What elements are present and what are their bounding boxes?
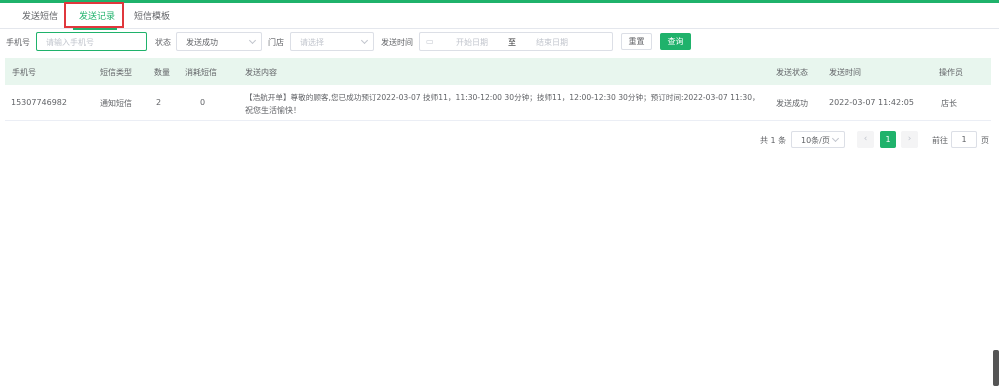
start-date-placeholder: 开始日期	[456, 38, 488, 47]
col-content: 发送内容	[245, 68, 277, 77]
row-send-time: 2022-03-07 11:42:05	[829, 98, 914, 107]
prev-page-button[interactable]: ‹	[857, 131, 874, 148]
date-range-separator: 至	[508, 38, 516, 47]
col-consumed: 消耗短信	[185, 68, 217, 77]
store-label: 门店	[268, 38, 284, 47]
page-number-current[interactable]: 1	[880, 131, 896, 148]
col-send-time: 发送时间	[829, 68, 861, 77]
row-count: 2	[156, 98, 162, 107]
status-label: 状态	[155, 38, 171, 47]
send-time-label: 发送时间	[381, 38, 413, 47]
phone-placeholder: 请输入手机号	[46, 38, 94, 47]
goto-suffix: 页	[981, 136, 989, 145]
chevron-down-icon	[248, 36, 257, 45]
total-count: 共 1 条	[760, 136, 787, 145]
scrollbar-thumb[interactable]	[993, 350, 999, 386]
row-phone: 15307746982	[11, 98, 67, 107]
phone-input[interactable]: 请输入手机号	[36, 32, 147, 51]
status-select[interactable]: 发送成功	[176, 32, 262, 51]
row-consumed: 0	[200, 98, 206, 107]
col-status: 发送状态	[776, 68, 808, 77]
filter-bar: 手机号 请输入手机号 状态 发送成功 门店 请选择 发送时间 ▭ 开始日期 至 …	[0, 31, 999, 53]
table-header: 手机号 短信类型 数量 消耗短信 发送内容 发送状态 发送时间 操作员	[5, 58, 991, 85]
col-sms-type: 短信类型	[100, 68, 132, 77]
tab-send-sms[interactable]: 发送短信	[22, 9, 58, 22]
search-button[interactable]: 查询	[660, 33, 691, 50]
row-sms-type: 通知短信	[100, 99, 132, 108]
store-placeholder: 请选择	[300, 38, 324, 47]
goto-page-input[interactable]: 1	[951, 131, 977, 148]
tab-sms-templates[interactable]: 短信模板	[134, 9, 170, 22]
chevron-down-icon	[831, 134, 840, 143]
reset-button[interactable]: 重置	[621, 33, 652, 50]
row-content-line1: 【浩航开单】尊敬的顾客,您已成功预订2022-03-07 技师11，11:30-…	[245, 93, 760, 102]
page-size-value: 10条/页	[801, 136, 830, 145]
goto-label: 前往	[932, 136, 948, 145]
row-status: 发送成功	[776, 99, 808, 108]
store-select[interactable]: 请选择	[290, 32, 374, 51]
status-value: 发送成功	[186, 38, 218, 47]
tab-bar: 发送短信 发送记录 短信模板	[0, 3, 999, 30]
calendar-icon: ▭	[426, 37, 434, 46]
col-phone: 手机号	[12, 68, 36, 77]
row-content-line2: 祝您生活愉快！	[245, 106, 301, 115]
chevron-down-icon	[360, 36, 369, 45]
pagination: 共 1 条 10条/页 ‹ 1 › 前往 1 页	[0, 131, 999, 149]
active-tab-indicator	[73, 28, 117, 30]
end-date-placeholder: 结束日期	[536, 38, 568, 47]
page-size-select[interactable]: 10条/页	[791, 131, 845, 148]
next-page-button[interactable]: ›	[901, 131, 918, 148]
col-operator: 操作员	[939, 68, 963, 77]
tab-highlight-box	[64, 2, 124, 28]
col-count: 数量	[154, 68, 170, 77]
row-operator: 店长	[941, 99, 957, 108]
date-range-picker[interactable]: ▭ 开始日期 至 结束日期	[419, 32, 613, 51]
phone-label: 手机号	[6, 38, 30, 47]
table-row: 15307746982 通知短信 2 0 【浩航开单】尊敬的顾客,您已成功预订2…	[5, 85, 991, 121]
